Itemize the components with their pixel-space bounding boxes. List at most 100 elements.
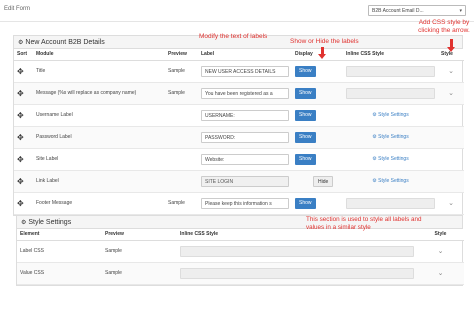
move-arrows-icon[interactable]: ✥ [17, 155, 24, 164]
style-cell [438, 148, 464, 171]
style-cell: ⌄ [438, 82, 464, 105]
label-cell: Please keep this information s [198, 192, 292, 215]
move-arrows-icon[interactable]: ✥ [17, 199, 24, 208]
sort-cell: ✥ [14, 60, 33, 83]
preview-cell: Sample [165, 60, 198, 83]
label-input[interactable]: PASSWORD: [201, 131, 289, 143]
inline-css-cell [343, 82, 438, 105]
column-header-module: Module [33, 49, 165, 61]
preview-cell [165, 148, 198, 171]
inline-css-cell [177, 240, 417, 263]
sort-cell: ✥ [14, 126, 33, 149]
style-settings-link[interactable]: ⚙ Style Settings [372, 156, 408, 162]
inline-css-input[interactable] [346, 65, 435, 77]
move-arrows-icon[interactable]: ✥ [17, 177, 24, 186]
module-name: Link Label [33, 170, 165, 193]
move-arrows-icon[interactable]: ✥ [17, 133, 24, 142]
inline-css-input[interactable] [180, 267, 414, 279]
gear-icon: ⚙ [18, 40, 24, 46]
show-toggle-button[interactable]: Show [295, 131, 316, 143]
style-settings-link-text: Style Settings [378, 134, 409, 140]
move-arrows-icon[interactable]: ✥ [17, 111, 24, 120]
preview-text: Sample [168, 68, 185, 74]
label-input[interactable]: You have been registered as a [201, 87, 289, 99]
show-toggle-button[interactable]: Show [295, 65, 316, 77]
label-input[interactable]: Please keep this information s [201, 197, 289, 209]
show-toggle-button[interactable]: Show [295, 197, 316, 209]
style-settings-link[interactable]: ⚙ Style Settings [372, 178, 408, 184]
inline-css-cell [177, 262, 417, 285]
module-name: Title [33, 60, 165, 83]
move-arrows-icon[interactable]: ✥ [17, 89, 24, 98]
annotation-label-note: Modify the text of labels [199, 33, 268, 40]
hide-toggle-slot[interactable] [316, 88, 334, 99]
chevron-down-icon[interactable]: ⌄ [438, 248, 444, 255]
table-row: Label CSS Sample ⌄ [17, 240, 464, 263]
details-table-header: Sort Module Preview Label Display Inline… [14, 49, 464, 61]
form-header: Edit Form B2B Account Email D... ▾ [0, 0, 474, 22]
style-cell [438, 170, 464, 193]
hide-toggle-slot[interactable] [316, 110, 334, 121]
module-name: Password Label [33, 126, 165, 149]
form-template-select[interactable]: B2B Account Email D... ▾ [368, 5, 466, 16]
preview-cell [165, 126, 198, 149]
chevron-down-icon[interactable]: ⌄ [448, 68, 454, 75]
display-cell: Hide [292, 170, 343, 193]
preview-text: Sample [102, 240, 177, 263]
inline-css-input[interactable] [180, 245, 414, 257]
style-cell: ⌄ [417, 262, 464, 285]
details-table: Sort Module Preview Label Display Inline… [14, 49, 464, 215]
module-name: Footer Message [33, 192, 165, 215]
column-header-label: Label [198, 49, 292, 61]
hide-toggle-slot[interactable] [316, 198, 334, 209]
display-cell: Show [292, 148, 343, 171]
label-input[interactable]: Website: [201, 153, 289, 165]
display-cell: Show [292, 126, 343, 149]
show-toggle-button[interactable]: Show [295, 153, 316, 165]
inline-css-cell: ⚙ Style Settings [343, 126, 438, 149]
sort-cell: ✥ [14, 192, 33, 215]
style-cell: ⌄ [438, 60, 464, 83]
element-name: Label CSS [17, 240, 102, 263]
preview-text: Sample [168, 200, 185, 206]
sort-cell: ✥ [14, 104, 33, 127]
label-input: SITE LOGIN [201, 175, 289, 187]
inline-css-input[interactable] [346, 197, 435, 209]
table-row: ✥ Message (%s will replace as company nam… [14, 82, 464, 105]
chevron-down-icon[interactable]: ⌄ [448, 200, 454, 207]
column-header-element: Element [17, 229, 102, 241]
inline-css-input[interactable] [346, 87, 435, 99]
window-title: Edit Form [4, 6, 31, 12]
label-cell: PASSWORD: [198, 126, 292, 149]
chevron-down-icon[interactable]: ⌄ [448, 90, 454, 97]
label-input[interactable]: USERNAME: [201, 109, 289, 121]
show-toggle-button[interactable]: Show [295, 87, 316, 99]
sort-cell: ✥ [14, 148, 33, 171]
label-cell: Website: [198, 148, 292, 171]
hide-toggle-button[interactable]: Hide [313, 175, 334, 187]
module-name: Site Label [33, 148, 165, 171]
preview-cell [165, 170, 198, 193]
form-template-select-value: B2B Account Email D... [372, 8, 424, 14]
style-settings-link[interactable]: ⚙ Style Settings [372, 112, 408, 118]
label-input[interactable]: NEW USER ACCESS DETAILS [201, 65, 289, 77]
style-settings-link[interactable]: ⚙ Style Settings [372, 134, 408, 140]
caret-down-icon: ▾ [459, 8, 462, 14]
column-header-preview: Preview [102, 229, 177, 241]
chevron-down-icon[interactable]: ⌄ [438, 270, 444, 277]
label-cell: You have been registered as a [198, 82, 292, 105]
preview-cell: Sample [165, 192, 198, 215]
gear-icon: ⚙ [21, 220, 27, 226]
label-cell: SITE LOGIN [198, 170, 292, 193]
hide-toggle-slot[interactable] [316, 66, 334, 77]
style-table: Element Preview Inline CSS Style Style L… [17, 229, 464, 285]
hide-toggle-slot[interactable] [316, 154, 334, 165]
inline-css-cell [343, 192, 438, 215]
preview-cell [165, 104, 198, 127]
sort-cell: ✥ [14, 170, 33, 193]
column-header-sort: Sort [14, 49, 33, 61]
hide-toggle-slot[interactable] [316, 132, 334, 143]
move-arrows-icon[interactable]: ✥ [17, 67, 24, 76]
style-cell [438, 126, 464, 149]
show-toggle-button[interactable]: Show [295, 109, 316, 121]
